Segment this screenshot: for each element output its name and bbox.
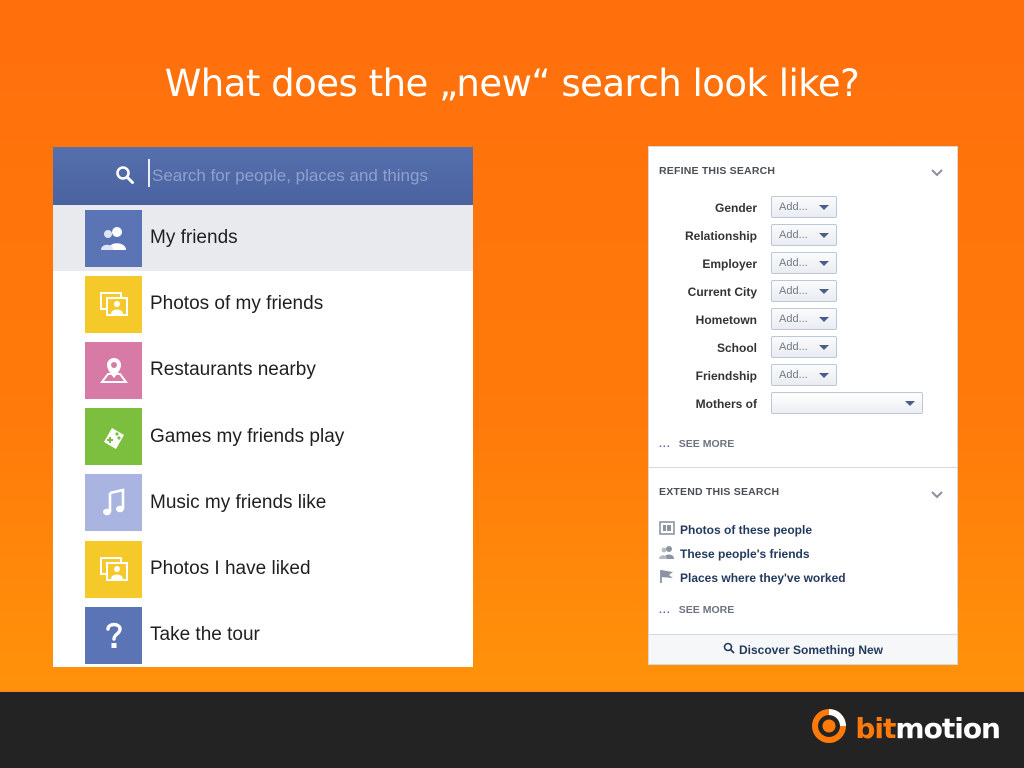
caret-down-icon bbox=[819, 205, 829, 210]
search-icon[interactable] bbox=[115, 165, 135, 190]
filter-mothers-of: Mothers of bbox=[649, 392, 959, 416]
result-games-my-friends-play[interactable]: Games my friends play bbox=[53, 404, 473, 470]
question-icon bbox=[85, 606, 142, 664]
filter-dropdown-gender[interactable]: Add... bbox=[771, 196, 837, 218]
filter-dropdown-friendship[interactable]: Add... bbox=[771, 364, 837, 386]
filter-relationship: Relationship Add... bbox=[649, 224, 959, 248]
refine-section-title: REFINE THIS SEARCH bbox=[659, 165, 776, 177]
friends-icon bbox=[85, 209, 142, 267]
flag-icon bbox=[659, 569, 675, 588]
result-photos-of-my-friends[interactable]: Photos of my friends bbox=[53, 271, 473, 337]
extend-see-more-link[interactable]: ... SEE MORE bbox=[659, 604, 734, 616]
dropdown-value: Add... bbox=[779, 341, 808, 353]
dropdown-value: Add... bbox=[779, 201, 808, 213]
filter-label: Relationship bbox=[684, 229, 757, 243]
result-photos-i-have-liked[interactable]: Photos I have liked bbox=[53, 536, 473, 602]
filter-label: Employer bbox=[702, 257, 757, 271]
filter-label: School bbox=[716, 341, 757, 355]
caret-down-icon bbox=[819, 345, 829, 350]
bitmotion-wordmark: bitmotion bbox=[855, 712, 1001, 745]
search-input[interactable] bbox=[152, 161, 467, 191]
extend-photos-of-these-people[interactable]: Photos of these people bbox=[659, 520, 813, 540]
extend-item-label: Places where they've worked bbox=[680, 571, 846, 585]
result-music-my-friends-like[interactable]: Music my friends like bbox=[53, 470, 473, 536]
dropdown-value: Add... bbox=[779, 257, 808, 269]
result-restaurants-nearby[interactable]: Restaurants nearby bbox=[53, 337, 473, 403]
filter-dropdown-mothers-of[interactable] bbox=[771, 392, 923, 414]
wordmark-bit: bit bbox=[855, 712, 896, 745]
photos-icon bbox=[85, 540, 142, 598]
photos-icon bbox=[85, 275, 142, 333]
discover-something-new-button[interactable]: Discover Something New bbox=[649, 634, 957, 664]
text-caret bbox=[148, 159, 150, 187]
slide-footer: bitmotion bbox=[0, 690, 1024, 768]
result-my-friends[interactable]: My friends bbox=[53, 205, 473, 272]
music-note-icon bbox=[85, 474, 142, 532]
bitmotion-logo-icon bbox=[809, 706, 849, 751]
see-more-label: SEE MORE bbox=[678, 438, 735, 450]
filter-label: Hometown bbox=[695, 313, 757, 327]
filter-gender: Gender Add... bbox=[649, 196, 959, 220]
footer-accent-line bbox=[0, 690, 1024, 692]
search-icon bbox=[723, 641, 735, 659]
friends-icon bbox=[659, 545, 675, 564]
filter-dropdown-hometown[interactable]: Add... bbox=[771, 308, 837, 330]
bitmotion-logo: bitmotion bbox=[809, 706, 1001, 751]
extend-section-title: EXTEND THIS SEARCH bbox=[659, 486, 780, 498]
caret-down-icon bbox=[819, 233, 829, 238]
result-label: Games my friends play bbox=[150, 425, 345, 447]
filter-label: Current City bbox=[687, 285, 757, 299]
photo-icon bbox=[659, 520, 675, 540]
dropdown-value: Add... bbox=[779, 313, 808, 325]
caret-down-icon bbox=[819, 317, 829, 322]
wordmark-motion: motion bbox=[895, 712, 1001, 745]
result-label: Photos of my friends bbox=[150, 293, 324, 315]
refine-search-panel: REFINE THIS SEARCH Gender Add... Relatio… bbox=[648, 146, 958, 665]
result-label: Restaurants nearby bbox=[150, 359, 316, 381]
result-label: Take the tour bbox=[150, 624, 260, 646]
filter-dropdown-current-city[interactable]: Add... bbox=[771, 280, 837, 302]
caret-down-icon bbox=[905, 401, 915, 406]
dropdown-value: Add... bbox=[779, 285, 808, 297]
ellipsis-icon: ... bbox=[659, 438, 671, 450]
discover-label: Discover Something New bbox=[738, 642, 884, 657]
refine-see-more-link[interactable]: ... SEE MORE bbox=[659, 438, 734, 450]
filter-dropdown-employer[interactable]: Add... bbox=[771, 252, 837, 274]
result-take-the-tour[interactable]: Take the tour bbox=[53, 602, 473, 667]
extend-these-peoples-friends[interactable]: These people's friends bbox=[659, 545, 810, 564]
search-typeahead-panel: My friends Photos of my friends Restaura… bbox=[53, 147, 473, 667]
map-pin-icon bbox=[85, 341, 142, 399]
extend-item-label: Photos of these people bbox=[680, 523, 813, 537]
filter-employer: Employer Add... bbox=[649, 252, 959, 276]
chevron-down-icon[interactable] bbox=[931, 164, 943, 182]
slide-title: What does the „new“ search look like? bbox=[164, 62, 860, 105]
caret-down-icon bbox=[819, 373, 829, 378]
result-label: My friends bbox=[150, 227, 238, 249]
see-more-label: SEE MORE bbox=[678, 604, 735, 616]
result-label: Music my friends like bbox=[150, 491, 327, 513]
result-label: Photos I have liked bbox=[150, 558, 311, 580]
filter-hometown: Hometown Add... bbox=[649, 308, 959, 332]
filter-label: Friendship bbox=[695, 369, 757, 383]
extend-places-where-theyve-worked[interactable]: Places where they've worked bbox=[659, 569, 846, 588]
caret-down-icon bbox=[819, 261, 829, 266]
section-divider bbox=[649, 467, 957, 468]
caret-down-icon bbox=[819, 289, 829, 294]
ellipsis-icon: ... bbox=[659, 604, 671, 616]
game-controller-icon bbox=[85, 408, 142, 466]
filter-school: School Add... bbox=[649, 336, 959, 360]
filter-current-city: Current City Add... bbox=[649, 280, 959, 304]
filter-dropdown-school[interactable]: Add... bbox=[771, 336, 837, 358]
dropdown-value: Add... bbox=[779, 369, 808, 381]
extend-item-label: These people's friends bbox=[680, 547, 810, 561]
search-bar bbox=[53, 147, 473, 205]
filter-label: Gender bbox=[714, 201, 757, 215]
filter-friendship: Friendship Add... bbox=[649, 364, 959, 388]
chevron-down-icon[interactable] bbox=[931, 486, 943, 504]
filter-dropdown-relationship[interactable]: Add... bbox=[771, 224, 837, 246]
dropdown-value: Add... bbox=[779, 229, 808, 241]
filter-label: Mothers of bbox=[695, 397, 757, 411]
